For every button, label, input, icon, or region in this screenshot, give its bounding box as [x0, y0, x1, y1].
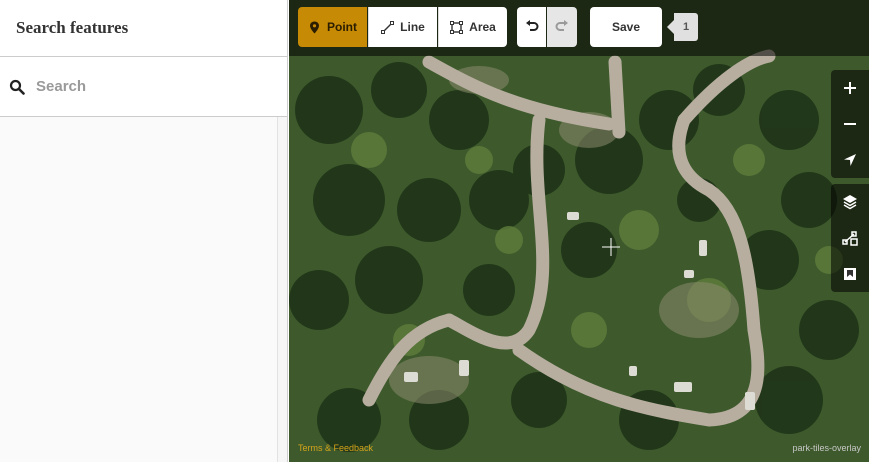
help-icon [844, 268, 856, 280]
feature-list [0, 117, 278, 462]
map-canvas[interactable]: Point Line Area Save 1 Terms & Feedback … [289, 0, 869, 462]
geolocate-button[interactable] [831, 142, 869, 178]
map-data-icon [842, 231, 858, 246]
layers-icon [843, 195, 857, 210]
terms-feedback-link[interactable]: Terms & Feedback [298, 443, 373, 453]
add-area-button[interactable]: Area [438, 7, 507, 47]
redo-icon [555, 19, 569, 36]
top-toolbar: Point Line Area Save 1 [289, 0, 869, 56]
map-controls [831, 70, 869, 292]
sidebar-header: Search features [0, 0, 287, 57]
search-input[interactable] [36, 78, 266, 95]
sidebar-title: Search features [16, 18, 129, 37]
undo-button[interactable] [517, 7, 546, 47]
save-label: Save [611, 20, 641, 34]
save-button[interactable]: Save [590, 7, 662, 47]
zoom-out-button[interactable] [831, 106, 869, 142]
save-count-badge: 1 [674, 13, 698, 41]
add-line-label: Line [400, 20, 425, 34]
add-line-button[interactable]: Line [368, 7, 437, 47]
zoom-out-icon [844, 123, 856, 125]
area-icon [450, 20, 464, 34]
background-layers-button[interactable] [831, 184, 869, 220]
zoom-in-icon [844, 82, 856, 94]
line-icon [381, 20, 395, 34]
imagery-attribution: park-tiles-overlay [792, 443, 861, 453]
redo-button[interactable] [547, 7, 577, 47]
sidebar: Search features [0, 0, 288, 462]
geolocate-icon [844, 154, 856, 166]
save-count-pointer [667, 20, 674, 34]
add-area-label: Area [469, 20, 496, 34]
zoom-in-button[interactable] [831, 70, 869, 106]
undo-icon [525, 19, 539, 36]
search-row [0, 57, 287, 117]
help-button[interactable] [831, 256, 869, 292]
add-point-label: Point [327, 20, 357, 34]
point-pin-icon [308, 21, 321, 34]
crosshair-cursor-icon [602, 238, 620, 256]
satellite-imagery [289, 0, 869, 462]
search-icon [9, 79, 25, 95]
add-point-button[interactable]: Point [298, 7, 367, 47]
map-data-button[interactable] [831, 220, 869, 256]
